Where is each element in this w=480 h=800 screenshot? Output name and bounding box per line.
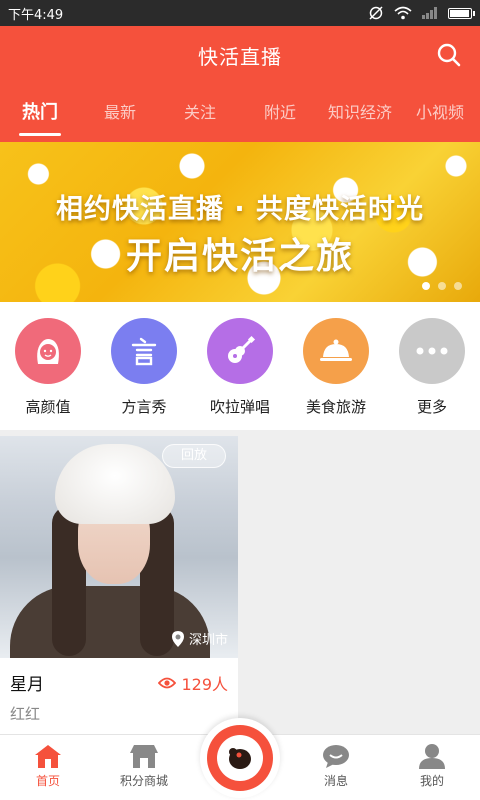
host-name: 红红 [10, 705, 41, 723]
alarm-off-icon [369, 6, 383, 20]
dish-icon [303, 318, 369, 384]
category-food-travel[interactable]: 美食旅游 [288, 302, 384, 430]
category-dialect[interactable]: 方言秀 [96, 302, 192, 430]
tab-messages[interactable]: 消息 [288, 735, 384, 800]
category-more[interactable]: 更多 [384, 302, 480, 430]
page-title: 快活直播 [198, 44, 282, 69]
category-grid: 高颜值 方言秀 吹拉弹唱 美食旅游 更多 [0, 302, 480, 430]
speech-icon [111, 318, 177, 384]
category-label: 更多 [416, 398, 447, 416]
tab-profile[interactable]: 我的 [384, 735, 480, 800]
tab-label: 积分商城 [119, 774, 168, 788]
face-icon [15, 318, 81, 384]
profile-icon [419, 744, 445, 769]
banner-pagination [422, 282, 462, 290]
promo-banner[interactable]: 相约快活直播 · 共度快活时光 开启快活之旅 [0, 142, 480, 302]
tab-following[interactable]: 关注 [160, 84, 240, 142]
home-icon [35, 745, 61, 768]
pagination-dot [438, 282, 446, 290]
tab-label: 我的 [419, 774, 444, 788]
tab-latest[interactable]: 最新 [80, 84, 160, 142]
status-bar: 下午4:49 [0, 0, 480, 26]
viewer-count: 129人 [158, 671, 228, 695]
location-tag: 深圳市 [171, 629, 228, 648]
category-label: 方言秀 [121, 398, 167, 416]
category-label: 美食旅游 [305, 398, 366, 416]
tab-store[interactable]: 积分商城 [96, 735, 192, 800]
location-pin-icon [171, 630, 184, 647]
category-good-looking[interactable]: 高颜值 [0, 302, 96, 430]
category-label: 高颜值 [25, 398, 71, 416]
tab-label: 首页 [35, 774, 60, 788]
category-music[interactable]: 吹拉弹唱 [192, 302, 288, 430]
live-card[interactable]: 回放 深圳市 星月 129人 红红 [0, 436, 238, 734]
signal-icon [422, 7, 437, 19]
live-title: 星月 [10, 675, 44, 695]
replay-badge: 回放 [161, 444, 226, 468]
status-icons [368, 5, 475, 21]
banner-subheadline: 开启快活之旅 [125, 236, 354, 277]
tab-nearby[interactable]: 附近 [240, 84, 320, 142]
banner-headline: 相约快活直播 · 共度快活时光 [55, 194, 425, 225]
category-label: 吹拉弹唱 [209, 398, 270, 416]
app-header: 快活直播 [0, 26, 480, 84]
tab-short-video[interactable]: 小视频 [400, 84, 480, 142]
search-icon[interactable] [436, 42, 462, 68]
more-icon [399, 318, 465, 384]
tab-knowledge[interactable]: 知识经济 [320, 84, 400, 142]
location-text: 深圳市 [188, 633, 228, 648]
live-icon [229, 748, 251, 769]
category-tabs: 热门 最新 关注 附近 知识经济 小视频 [0, 84, 480, 142]
status-time: 下午4:49 [8, 7, 64, 23]
go-live-button[interactable] [200, 718, 280, 798]
pagination-dot [422, 282, 430, 290]
store-icon [130, 745, 158, 768]
pagination-dot [454, 282, 462, 290]
tab-home[interactable]: 首页 [0, 735, 96, 800]
wifi-icon [394, 6, 412, 20]
battery-icon [448, 7, 475, 19]
guitar-icon [207, 318, 273, 384]
tab-label: 消息 [323, 774, 348, 788]
message-icon [323, 745, 349, 768]
tab-hot[interactable]: 热门 [0, 84, 80, 142]
live-cover-image: 回放 深圳市 [0, 436, 238, 658]
viewer-count-text: 129人 [181, 674, 228, 694]
eye-icon [158, 677, 177, 688]
